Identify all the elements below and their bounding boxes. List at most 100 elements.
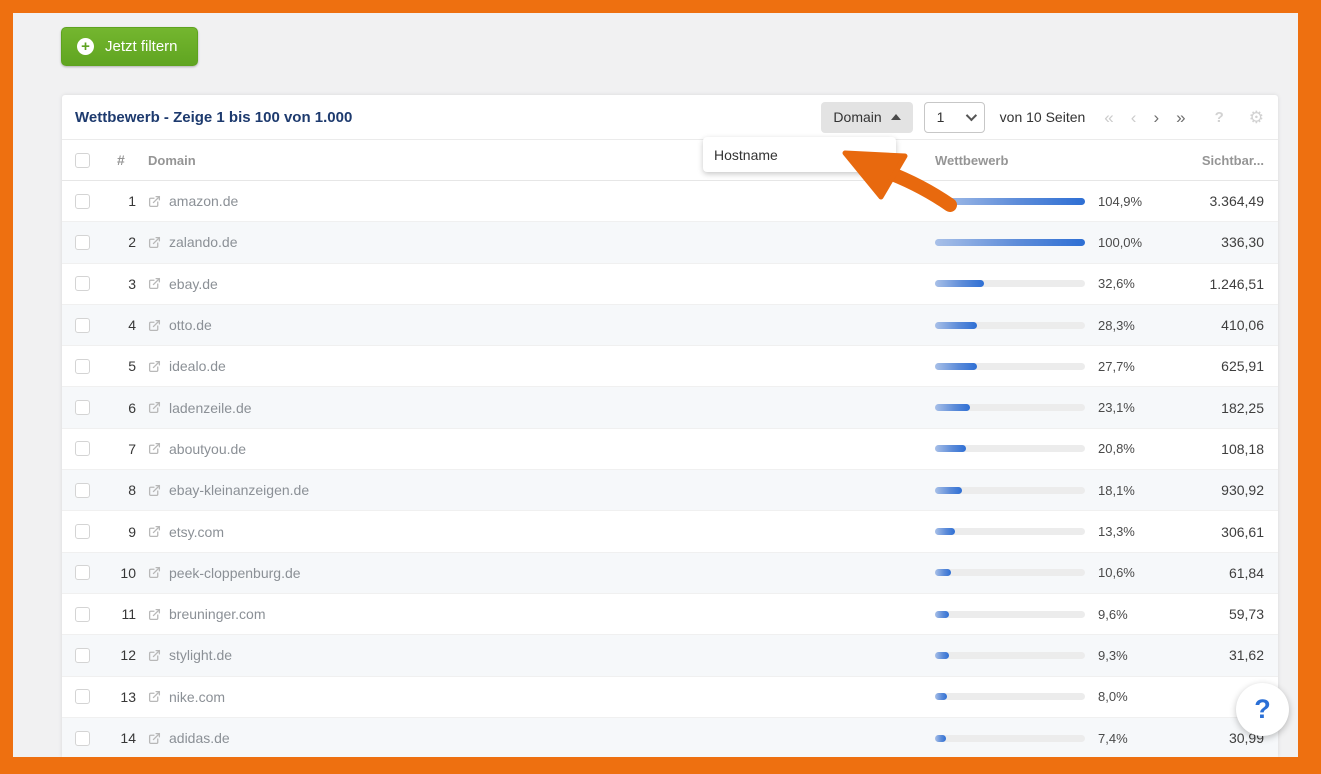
visibility-value: 31,62: [1175, 647, 1264, 663]
bar-track: [935, 693, 1085, 700]
domain-link[interactable]: ebay-kleinanzeigen.de: [169, 482, 309, 498]
external-link-icon[interactable]: [148, 319, 161, 332]
domain-link[interactable]: peek-cloppenburg.de: [169, 565, 301, 581]
domain-link[interactable]: etsy.com: [169, 524, 224, 540]
row-checkbox[interactable]: [75, 441, 90, 456]
previous-page-icon[interactable]: ‹: [1131, 109, 1137, 126]
bar-fill: [935, 280, 984, 287]
bar-fill: [935, 569, 951, 576]
table-help-icon[interactable]: ?: [1215, 109, 1224, 126]
domain-link[interactable]: idealo.de: [169, 358, 226, 374]
external-link-icon[interactable]: [148, 195, 161, 208]
domain-link[interactable]: ladenzeile.de: [169, 400, 252, 416]
external-link-icon[interactable]: [148, 236, 161, 249]
filter-button-label: Jetzt filtern: [105, 38, 178, 55]
table-row: 5 idealo.de 27,7% 625,91: [62, 346, 1278, 387]
bar-track: [935, 445, 1085, 452]
competition-percent: 13,3%: [1085, 524, 1175, 539]
row-rank: 9: [98, 524, 148, 540]
sort-dropdown-menu: Hostname: [703, 137, 896, 172]
domain-link[interactable]: breuninger.com: [169, 606, 266, 622]
external-link-icon[interactable]: [148, 649, 161, 662]
row-checkbox[interactable]: [75, 607, 90, 622]
column-header-rank[interactable]: #: [98, 152, 148, 168]
table-row: 8 ebay-kleinanzeigen.de 18,1% 930,92: [62, 470, 1278, 511]
table-row: 1 amazon.de 104,9% 3.364,49: [62, 181, 1278, 222]
row-checkbox[interactable]: [75, 565, 90, 580]
visibility-value: 182,25: [1175, 400, 1264, 416]
settings-gear-icon[interactable]: ⚙: [1249, 109, 1264, 126]
first-page-icon[interactable]: «: [1104, 109, 1113, 126]
sort-column-dropdown-button[interactable]: Domain: [821, 102, 912, 133]
external-link-icon[interactable]: [148, 732, 161, 745]
chevron-down-icon: [965, 110, 976, 121]
competition-bar: [935, 198, 1085, 205]
competition-bar: [935, 652, 1085, 659]
row-checkbox[interactable]: [75, 359, 90, 374]
row-checkbox[interactable]: [75, 235, 90, 250]
table-header-row: # Domain Wettbewerb Sichtbar...: [62, 140, 1278, 181]
bar-fill: [935, 239, 1085, 246]
filter-button[interactable]: + Jetzt filtern: [61, 27, 198, 66]
domain-link[interactable]: ebay.de: [169, 276, 218, 292]
pagination: « ‹ › »: [1104, 109, 1185, 126]
domain-link[interactable]: zalando.de: [169, 234, 238, 250]
row-checkbox[interactable]: [75, 648, 90, 663]
bar-fill: [935, 693, 947, 700]
page-number-value: 1: [937, 109, 945, 125]
competition-bar: [935, 363, 1085, 370]
domain-link[interactable]: amazon.de: [169, 193, 238, 209]
visibility-value: 625,91: [1175, 358, 1264, 374]
row-checkbox[interactable]: [75, 483, 90, 498]
column-header-competition[interactable]: Wettbewerb: [935, 153, 1085, 168]
competition-percent: 100,0%: [1085, 235, 1175, 250]
row-checkbox[interactable]: [75, 194, 90, 209]
domain-link[interactable]: otto.de: [169, 317, 212, 333]
visibility-value: 336,30: [1175, 234, 1264, 250]
next-page-icon[interactable]: ›: [1153, 109, 1159, 126]
external-link-icon[interactable]: [148, 525, 161, 538]
external-link-icon[interactable]: [148, 277, 161, 290]
domain-link[interactable]: stylight.de: [169, 647, 232, 663]
question-mark-icon: ?: [1254, 694, 1271, 725]
pages-total-label: von 10 Seiten: [1000, 109, 1086, 125]
competition-bar: [935, 487, 1085, 494]
row-checkbox[interactable]: [75, 318, 90, 333]
external-link-icon[interactable]: [148, 608, 161, 621]
competition-percent: 20,8%: [1085, 441, 1175, 456]
external-link-icon[interactable]: [148, 360, 161, 373]
select-all-checkbox[interactable]: [75, 153, 90, 168]
row-rank: 1: [98, 193, 148, 209]
domain-link[interactable]: nike.com: [169, 689, 225, 705]
table-row: 14 adidas.de 7,4% 30,99: [62, 718, 1278, 757]
external-link-icon[interactable]: [148, 401, 161, 414]
visibility-value: 306,61: [1175, 524, 1264, 540]
dropdown-item-hostname[interactable]: Hostname: [714, 147, 778, 163]
bar-fill: [935, 611, 949, 618]
row-checkbox[interactable]: [75, 524, 90, 539]
external-link-icon[interactable]: [148, 690, 161, 703]
table-row: 10 peek-cloppenburg.de 10,6% 61,84: [62, 553, 1278, 594]
row-checkbox[interactable]: [75, 276, 90, 291]
external-link-icon[interactable]: [148, 484, 161, 497]
row-rank: 13: [98, 689, 148, 705]
row-rank: 3: [98, 276, 148, 292]
competition-percent: 9,3%: [1085, 648, 1175, 663]
page-number-select[interactable]: 1: [924, 102, 985, 133]
column-header-visibility[interactable]: Sichtbar...: [1175, 153, 1264, 168]
row-checkbox[interactable]: [75, 400, 90, 415]
visibility-value: 108,18: [1175, 441, 1264, 457]
last-page-icon[interactable]: »: [1176, 109, 1185, 126]
bar-track: [935, 280, 1085, 287]
domain-link[interactable]: adidas.de: [169, 730, 230, 746]
competition-bar: [935, 445, 1085, 452]
external-link-icon[interactable]: [148, 442, 161, 455]
bar-track: [935, 404, 1085, 411]
external-link-icon[interactable]: [148, 566, 161, 579]
help-fab-button[interactable]: ?: [1236, 683, 1289, 736]
row-checkbox[interactable]: [75, 689, 90, 704]
sort-column-label: Domain: [833, 109, 881, 125]
row-checkbox[interactable]: [75, 731, 90, 746]
bar-track: [935, 487, 1085, 494]
domain-link[interactable]: aboutyou.de: [169, 441, 246, 457]
